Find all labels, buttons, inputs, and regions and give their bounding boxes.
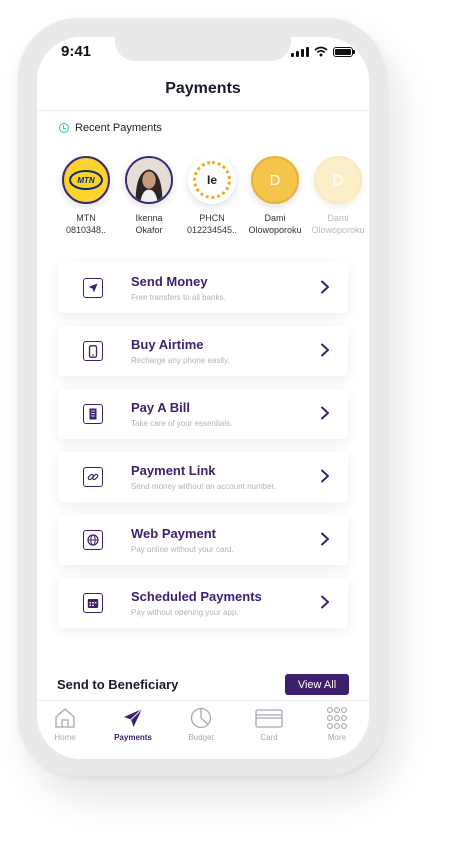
chevron-right-icon bbox=[321, 595, 329, 609]
avatar-initial: D bbox=[332, 171, 344, 189]
paper-plane-icon bbox=[124, 708, 143, 727]
menu-title: Web Payment bbox=[131, 526, 217, 541]
globe-icon bbox=[83, 530, 103, 550]
initial-avatar: D bbox=[314, 156, 362, 204]
payment-link-card[interactable]: Payment Link Send money without an accou… bbox=[58, 452, 348, 502]
chevron-right-icon bbox=[321, 469, 329, 483]
recent-item-name: Dami bbox=[264, 213, 286, 223]
phone-screen: 9:41 Payments Recent Payments MTN MTN 08… bbox=[37, 37, 369, 759]
bottom-tab-bar: Home Payments Budget Card More bbox=[37, 700, 369, 759]
scheduled-payments-card[interactable]: Scheduled Payments Pay without opening y… bbox=[58, 578, 348, 628]
pie-chart-icon bbox=[190, 707, 212, 729]
phone-icon bbox=[83, 341, 103, 361]
tab-label: Home bbox=[54, 733, 76, 742]
card-icon bbox=[255, 709, 283, 728]
recent-item-sub: Okafor bbox=[135, 225, 163, 235]
calendar-icon bbox=[83, 593, 103, 613]
person-photo-icon bbox=[127, 158, 171, 202]
recent-item-name: MTN bbox=[76, 213, 96, 223]
tab-budget[interactable]: Budget bbox=[171, 707, 231, 742]
tab-label: More bbox=[327, 733, 347, 742]
avatar-photo bbox=[125, 156, 173, 204]
recent-item-name: Ikenna bbox=[135, 213, 163, 223]
bill-icon bbox=[83, 404, 103, 424]
buy-airtime-card[interactable]: Buy Airtime Recharge any phone easily. bbox=[58, 326, 348, 376]
battery-icon bbox=[333, 46, 355, 57]
recent-item-phcn[interactable]: Ie PHCN 012234545.. bbox=[179, 156, 245, 236]
send-icon bbox=[83, 278, 103, 298]
recent-item-name: Dami bbox=[327, 213, 349, 223]
mtn-logo-avatar: MTN bbox=[62, 156, 110, 204]
menu-title: Buy Airtime bbox=[131, 337, 204, 352]
recent-payments-list: MTN MTN 0810348.. Ikenna Okafor Ie PHCN … bbox=[53, 156, 369, 246]
chevron-right-icon bbox=[321, 280, 329, 294]
home-icon bbox=[55, 708, 75, 728]
chevron-right-icon bbox=[321, 406, 329, 420]
menu-subtitle: Free transfers to all banks. bbox=[131, 293, 226, 302]
recent-item-sub: 0810348.. bbox=[65, 225, 107, 235]
initial-avatar: D bbox=[251, 156, 299, 204]
web-payment-card[interactable]: Web Payment Pay online without your card… bbox=[58, 515, 348, 565]
menu-title: Payment Link bbox=[131, 463, 216, 478]
tab-more[interactable]: More bbox=[307, 707, 367, 742]
view-all-button[interactable]: View All bbox=[285, 674, 349, 695]
tab-label: Payments bbox=[114, 733, 152, 742]
link-icon bbox=[83, 467, 103, 487]
wifi-icon bbox=[314, 46, 328, 57]
menu-subtitle: Take care of your essentials. bbox=[131, 419, 233, 428]
tab-label: Card bbox=[260, 733, 278, 742]
recent-item-name: PHCN bbox=[199, 213, 225, 223]
menu-title: Scheduled Payments bbox=[131, 589, 262, 604]
menu-subtitle: Pay without opening your app. bbox=[131, 608, 239, 617]
tab-card[interactable]: Card bbox=[239, 707, 299, 742]
beneficiary-section-title: Send to Beneficiary bbox=[57, 677, 179, 692]
chevron-right-icon bbox=[321, 532, 329, 546]
grid-icon bbox=[327, 707, 347, 729]
title-divider bbox=[37, 110, 369, 111]
signal-icon bbox=[291, 46, 309, 57]
chevron-right-icon bbox=[321, 343, 329, 357]
status-time: 9:41 bbox=[61, 43, 92, 60]
mtn-logo-text: MTN bbox=[77, 175, 95, 185]
notch bbox=[115, 37, 291, 61]
menu-title: Send Money bbox=[131, 274, 208, 289]
clock-icon bbox=[59, 123, 69, 133]
avatar-initial: D bbox=[269, 171, 281, 189]
recent-item-mtn[interactable]: MTN MTN 0810348.. bbox=[53, 156, 119, 236]
phcn-logo-text: Ie bbox=[206, 173, 217, 187]
tab-label: Budget bbox=[188, 733, 214, 742]
pay-a-bill-card[interactable]: Pay A Bill Take care of your essentials. bbox=[58, 389, 348, 439]
phcn-logo-avatar: Ie bbox=[188, 156, 236, 204]
recent-item-sub: 012234545.. bbox=[186, 225, 238, 235]
tab-home[interactable]: Home bbox=[37, 707, 95, 742]
recent-item-dami-2[interactable]: D Dami Olowoporoku bbox=[305, 156, 369, 236]
recent-payments-label: Recent Payments bbox=[75, 122, 162, 134]
recent-item-ikenna[interactable]: Ikenna Okafor bbox=[116, 156, 182, 236]
menu-subtitle: Send money without an account number. bbox=[131, 482, 276, 491]
recent-item-sub: Olowoporoku bbox=[311, 225, 365, 235]
status-icons bbox=[291, 46, 355, 57]
page-title: Payments bbox=[165, 80, 241, 97]
menu-title: Pay A Bill bbox=[131, 400, 191, 415]
recent-payments-header: Recent Payments bbox=[59, 122, 162, 134]
menu-subtitle: Recharge any phone easily. bbox=[131, 356, 230, 365]
send-money-card[interactable]: Send Money Free transfers to all banks. bbox=[58, 263, 348, 313]
tab-payments[interactable]: Payments bbox=[103, 707, 163, 742]
recent-item-sub: Olowoporoku bbox=[248, 225, 302, 235]
recent-item-dami[interactable]: D Dami Olowoporoku bbox=[242, 156, 308, 236]
menu-subtitle: Pay online without your card. bbox=[131, 545, 234, 554]
